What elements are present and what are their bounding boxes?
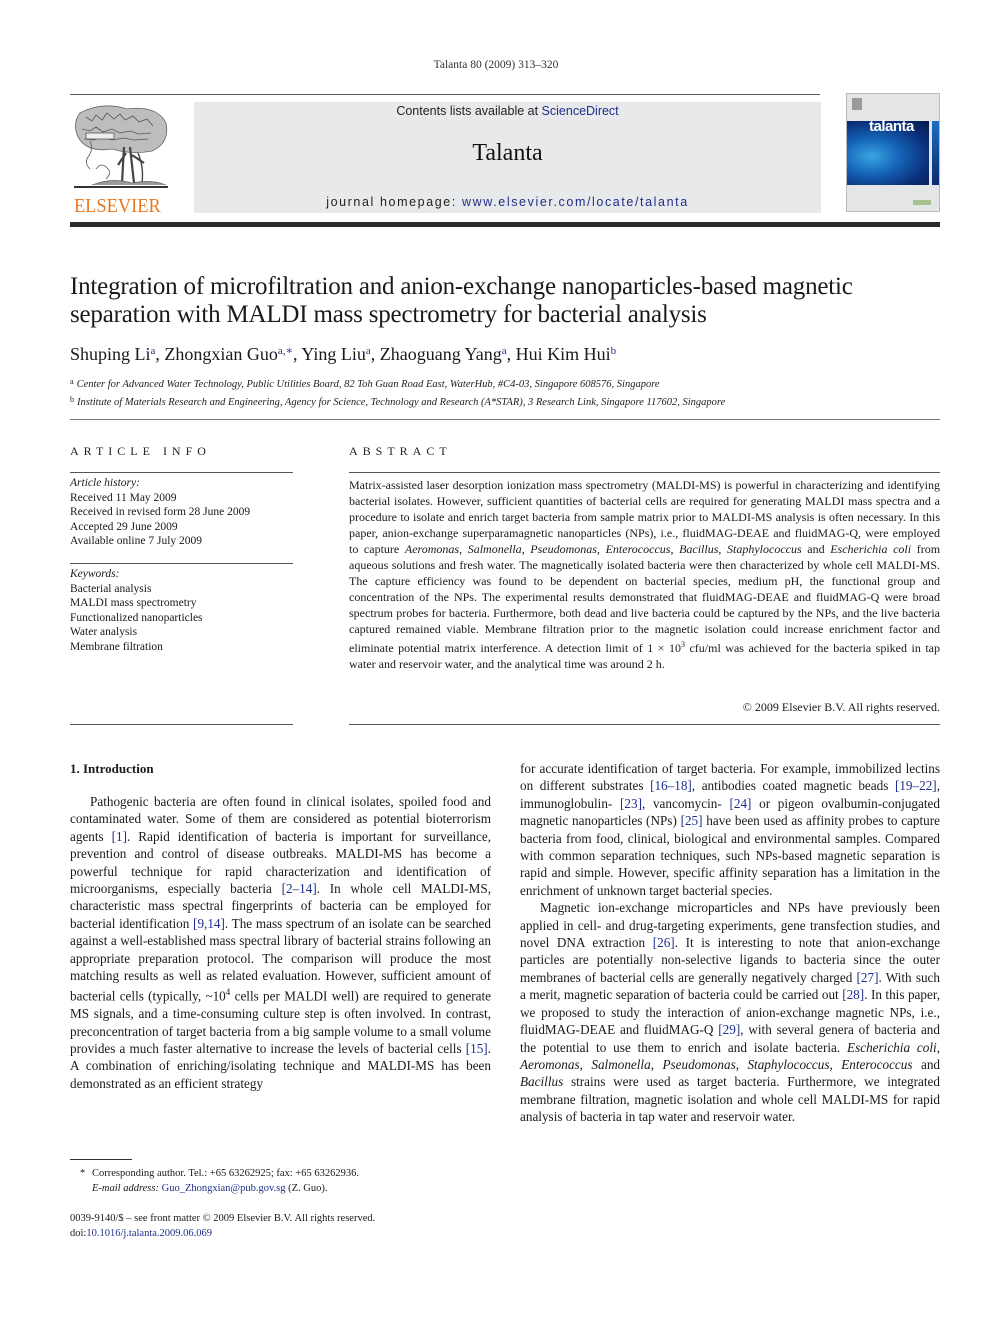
homepage-line: journal homepage: www.elsevier.com/locat… — [194, 195, 821, 209]
reference-link[interactable]: [29] — [718, 1022, 740, 1037]
keyword: MALDI mass spectrometry — [70, 597, 197, 609]
history-revised: Received in revised form 28 June 2009 — [70, 506, 251, 518]
cover-elsevier-icon — [852, 98, 862, 110]
info-rule-mid — [70, 563, 293, 564]
article-history: Article history: Received 11 May 2009 Re… — [70, 476, 300, 549]
reference-link[interactable]: [15] — [466, 1041, 488, 1056]
abstract-rule-bottom — [349, 724, 940, 725]
keyword: Water analysis — [70, 626, 138, 638]
author[interactable]: Zhaoguang Yanga — [380, 344, 507, 364]
cover-title: talanta — [869, 118, 914, 135]
cover-artwork-strip — [932, 121, 939, 185]
author[interactable]: Zhongxian Guoa,∗ — [164, 344, 293, 364]
corresponding-author-footnote: * Corresponding author. Tel.: +65 6326292… — [70, 1166, 490, 1196]
reference-link[interactable]: [16–18] — [650, 778, 692, 793]
journal-banner: Contents lists available at ScienceDirec… — [194, 102, 821, 213]
email-line: E-mail address: Guo_Zhongxian@pub.gov.sg… — [92, 1183, 328, 1194]
abstract-rule-top — [349, 472, 940, 473]
reference-link[interactable]: [25] — [681, 813, 703, 828]
reference-link[interactable]: [9,14] — [193, 916, 225, 931]
info-rule-top — [70, 472, 293, 473]
author-email-link[interactable]: Guo_Zhongxian@pub.gov.sg — [162, 1183, 286, 1194]
body-column-right: for accurate identification of target ba… — [520, 760, 940, 1126]
author[interactable]: Ying Liua — [301, 344, 370, 364]
reference-link[interactable]: [1] — [112, 829, 127, 844]
keyword: Functionalized nanoparticles — [70, 611, 203, 624]
elsevier-logo[interactable]: ELSEVIER — [70, 103, 173, 217]
info-rule-bottom — [70, 724, 293, 725]
article-title: Integration of microfiltration and anion… — [70, 273, 853, 328]
reference-link[interactable]: [24] — [729, 796, 751, 811]
corresponding-line: * Corresponding author. Tel.: +65 6326292… — [80, 1168, 359, 1179]
header-rule — [70, 94, 820, 95]
keywords-label: Keywords: — [70, 568, 120, 580]
keyword: Membrane filtration — [70, 640, 163, 653]
footnote-rule — [70, 1159, 132, 1160]
abstract-body: Matrix-assisted laser desorption ionizat… — [349, 478, 941, 671]
paragraph: Pathogenic bacteria are often found in c… — [70, 794, 492, 1091]
affiliation: b Institute of Materials Research and Eng… — [70, 394, 726, 408]
journal-citation: Talanta 80 (2009) 313–320 — [433, 59, 559, 71]
history-online: Available online 7 July 2009 — [70, 535, 203, 547]
sciencedirect-link[interactable]: ScienceDirect — [542, 104, 619, 118]
cover-footer-logo — [913, 200, 931, 205]
contents-prefix: Contents lists available at — [396, 104, 542, 118]
author[interactable]: Shuping Lia — [70, 344, 155, 364]
front-matter: 0039-9140/$ – see front matter © 2009 El… — [70, 1211, 490, 1241]
keyword: Bacterial analysis — [70, 582, 152, 595]
homepage-prefix: journal homepage: — [326, 195, 463, 209]
front-matter-line: 0039-9140/$ – see front matter © 2009 El… — [70, 1213, 376, 1224]
doi-link[interactable]: 10.1016/j.talanta.2009.06.069 — [86, 1228, 212, 1239]
paragraph: Magnetic ion-exchange microparticles and… — [520, 900, 941, 1125]
history-accepted: Accepted 29 June 2009 — [70, 520, 178, 533]
history-label: Article history: — [70, 477, 140, 489]
author[interactable]: Hui Kim Huib — [516, 344, 617, 364]
elsevier-wordmark: ELSEVIER — [73, 195, 161, 217]
reference-link[interactable]: [23] — [620, 796, 642, 811]
article-info-heading: ARTICLE INFO — [70, 444, 211, 458]
journal-cover-image[interactable]: talanta — [846, 93, 940, 212]
keywords: Keywords: Bacterial analysis MALDI mass … — [70, 567, 300, 654]
header-thick-rule — [70, 222, 940, 227]
elsevier-tree-icon — [74, 105, 168, 188]
reference-link[interactable]: [19–22] — [895, 778, 937, 793]
journal-homepage-link[interactable]: www.elsevier.com/locate/talanta — [462, 195, 689, 209]
abstract-copyright: © 2009 Elsevier B.V. All rights reserved… — [742, 700, 940, 714]
introduction-heading: 1. Introduction — [70, 761, 154, 776]
doi-line: doi:10.1016/j.talanta.2009.06.069 — [70, 1228, 213, 1239]
reference-link[interactable]: [2–14] — [282, 881, 317, 896]
affiliation: a Center for Advanced Water Technology, P… — [70, 377, 660, 390]
reference-link[interactable]: [28] — [842, 987, 864, 1002]
journal-title: Talanta — [472, 140, 543, 166]
contents-line: Contents lists available at ScienceDirec… — [194, 104, 821, 118]
body-column-left: Pathogenic bacteria are often found in c… — [70, 793, 491, 1092]
reference-link[interactable]: [27] — [857, 970, 879, 985]
paragraph: for accurate identification of target ba… — [520, 761, 940, 898]
history-received: Received 11 May 2009 — [70, 491, 177, 504]
section-divider — [70, 419, 940, 420]
author-list: Shuping Lia, Zhongxian Guoa,∗, Ying Liua… — [70, 344, 617, 364]
abstract-heading: ABSTRACT — [349, 444, 452, 458]
reference-link[interactable]: [26] — [653, 935, 675, 950]
affiliations: a Center for Advanced Water Technology, P… — [70, 375, 950, 410]
